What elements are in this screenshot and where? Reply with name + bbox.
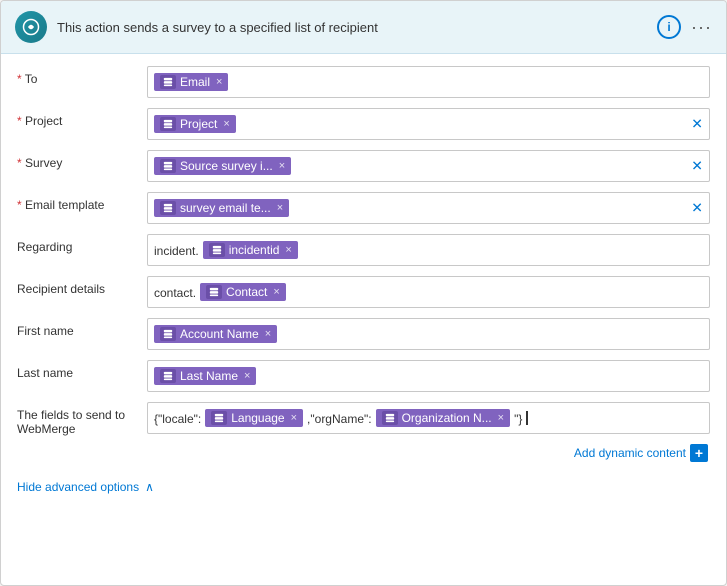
last-name-label: Last name xyxy=(17,360,147,380)
db-icon xyxy=(160,201,176,215)
hide-advanced-text[interactable]: Hide advanced options xyxy=(17,480,139,494)
recipient-details-row: Recipient details contact. Contact × xyxy=(17,276,710,310)
action-card: This action sends a survey to a specifie… xyxy=(0,0,727,586)
recipient-prefix: contact. xyxy=(154,284,196,300)
db-icon xyxy=(160,117,176,131)
org-tag-close[interactable]: × xyxy=(498,412,504,424)
text-cursor xyxy=(526,411,528,425)
last-name-tag: Last Name × xyxy=(154,367,256,385)
survey-field[interactable]: Source survey i... × ✕ xyxy=(147,150,710,182)
first-name-label: First name xyxy=(17,318,147,338)
webmerge-label: The fields to send to WebMerge xyxy=(17,402,147,436)
survey-tag: Source survey i... × xyxy=(154,157,291,175)
project-row: * Project Project × ✕ xyxy=(17,108,710,142)
project-clear-btn[interactable]: ✕ xyxy=(691,116,703,133)
to-field[interactable]: Email × xyxy=(147,66,710,98)
db-icon xyxy=(160,369,176,383)
more-button[interactable]: ··· xyxy=(691,17,712,38)
hide-advanced-section: Hide advanced options ∧ xyxy=(1,470,726,506)
webmerge-suffix: "} xyxy=(514,410,522,426)
db-icon xyxy=(160,159,176,173)
survey-row: * Survey Source survey i... × ✕ xyxy=(17,150,710,184)
app-icon xyxy=(15,11,47,43)
email-template-tag-close[interactable]: × xyxy=(277,202,283,214)
webmerge-row: The fields to send to WebMerge {"locale"… xyxy=(17,402,710,436)
survey-tag-close[interactable]: × xyxy=(279,160,285,172)
db-icon xyxy=(211,411,227,425)
to-row: * To Email × xyxy=(17,66,710,100)
first-name-tag: Account Name × xyxy=(154,325,277,343)
db-icon xyxy=(382,411,398,425)
regarding-prefix: incident. xyxy=(154,242,199,258)
form-body: * To Email × * Project xyxy=(1,54,726,470)
last-name-tag-close[interactable]: × xyxy=(244,370,250,382)
survey-label: * Survey xyxy=(17,150,147,170)
webmerge-tag-org: Organization N... × xyxy=(376,409,510,427)
recipient-tag-close[interactable]: × xyxy=(273,286,279,298)
account-name-text: Account Name xyxy=(180,327,259,341)
email-template-clear-btn[interactable]: ✕ xyxy=(691,200,703,217)
project-label: * Project xyxy=(17,108,147,128)
email-template-label: * Email template xyxy=(17,192,147,212)
email-template-tag: survey email te... × xyxy=(154,199,289,217)
db-icon xyxy=(209,243,225,257)
db-icon xyxy=(206,285,222,299)
webmerge-middle: ,"orgName": xyxy=(307,410,372,426)
email-tag-close[interactable]: × xyxy=(216,76,222,88)
email-template-field[interactable]: survey email te... × ✕ xyxy=(147,192,710,224)
regarding-label: Regarding xyxy=(17,234,147,254)
project-tag: Project × xyxy=(154,115,236,133)
account-name-tag-close[interactable]: × xyxy=(265,328,271,340)
last-name-row: Last name Last Name × xyxy=(17,360,710,394)
db-icon xyxy=(160,75,176,89)
chevron-up-icon[interactable]: ∧ xyxy=(145,480,154,494)
to-label: * To xyxy=(17,66,147,86)
card-header: This action sends a survey to a specifie… xyxy=(1,1,726,54)
webmerge-field[interactable]: {"locale": Language × ,"orgName": Organi… xyxy=(147,402,710,434)
app-icon-svg xyxy=(22,18,40,36)
webmerge-prefix1: {"locale": xyxy=(154,410,201,426)
db-icon xyxy=(160,327,176,341)
language-tag-close[interactable]: × xyxy=(291,412,297,424)
regarding-row: Regarding incident. incidentid × xyxy=(17,234,710,268)
last-name-field[interactable]: Last Name × xyxy=(147,360,710,392)
first-name-field[interactable]: Account Name × xyxy=(147,318,710,350)
regarding-tag-close[interactable]: × xyxy=(285,244,291,256)
recipient-details-field[interactable]: contact. Contact × xyxy=(147,276,710,308)
recipient-details-tag: Contact × xyxy=(200,283,286,301)
add-dynamic-button[interactable]: + xyxy=(690,444,708,462)
info-button[interactable]: i xyxy=(657,15,681,39)
to-tag-email: Email × xyxy=(154,73,228,91)
recipient-details-label: Recipient details xyxy=(17,276,147,296)
add-dynamic-text[interactable]: Add dynamic content xyxy=(574,446,686,460)
header-title: This action sends a survey to a specifie… xyxy=(57,20,647,35)
regarding-tag: incidentid × xyxy=(203,241,298,259)
regarding-field[interactable]: incident. incidentid × xyxy=(147,234,710,266)
add-dynamic-row: Add dynamic content + xyxy=(17,444,710,462)
webmerge-tag-language: Language × xyxy=(205,409,303,427)
project-field[interactable]: Project × ✕ xyxy=(147,108,710,140)
project-tag-close[interactable]: × xyxy=(223,118,229,130)
first-name-row: First name Account Name × xyxy=(17,318,710,352)
survey-clear-btn[interactable]: ✕ xyxy=(691,158,703,175)
email-template-row: * Email template survey email te... × ✕ xyxy=(17,192,710,226)
